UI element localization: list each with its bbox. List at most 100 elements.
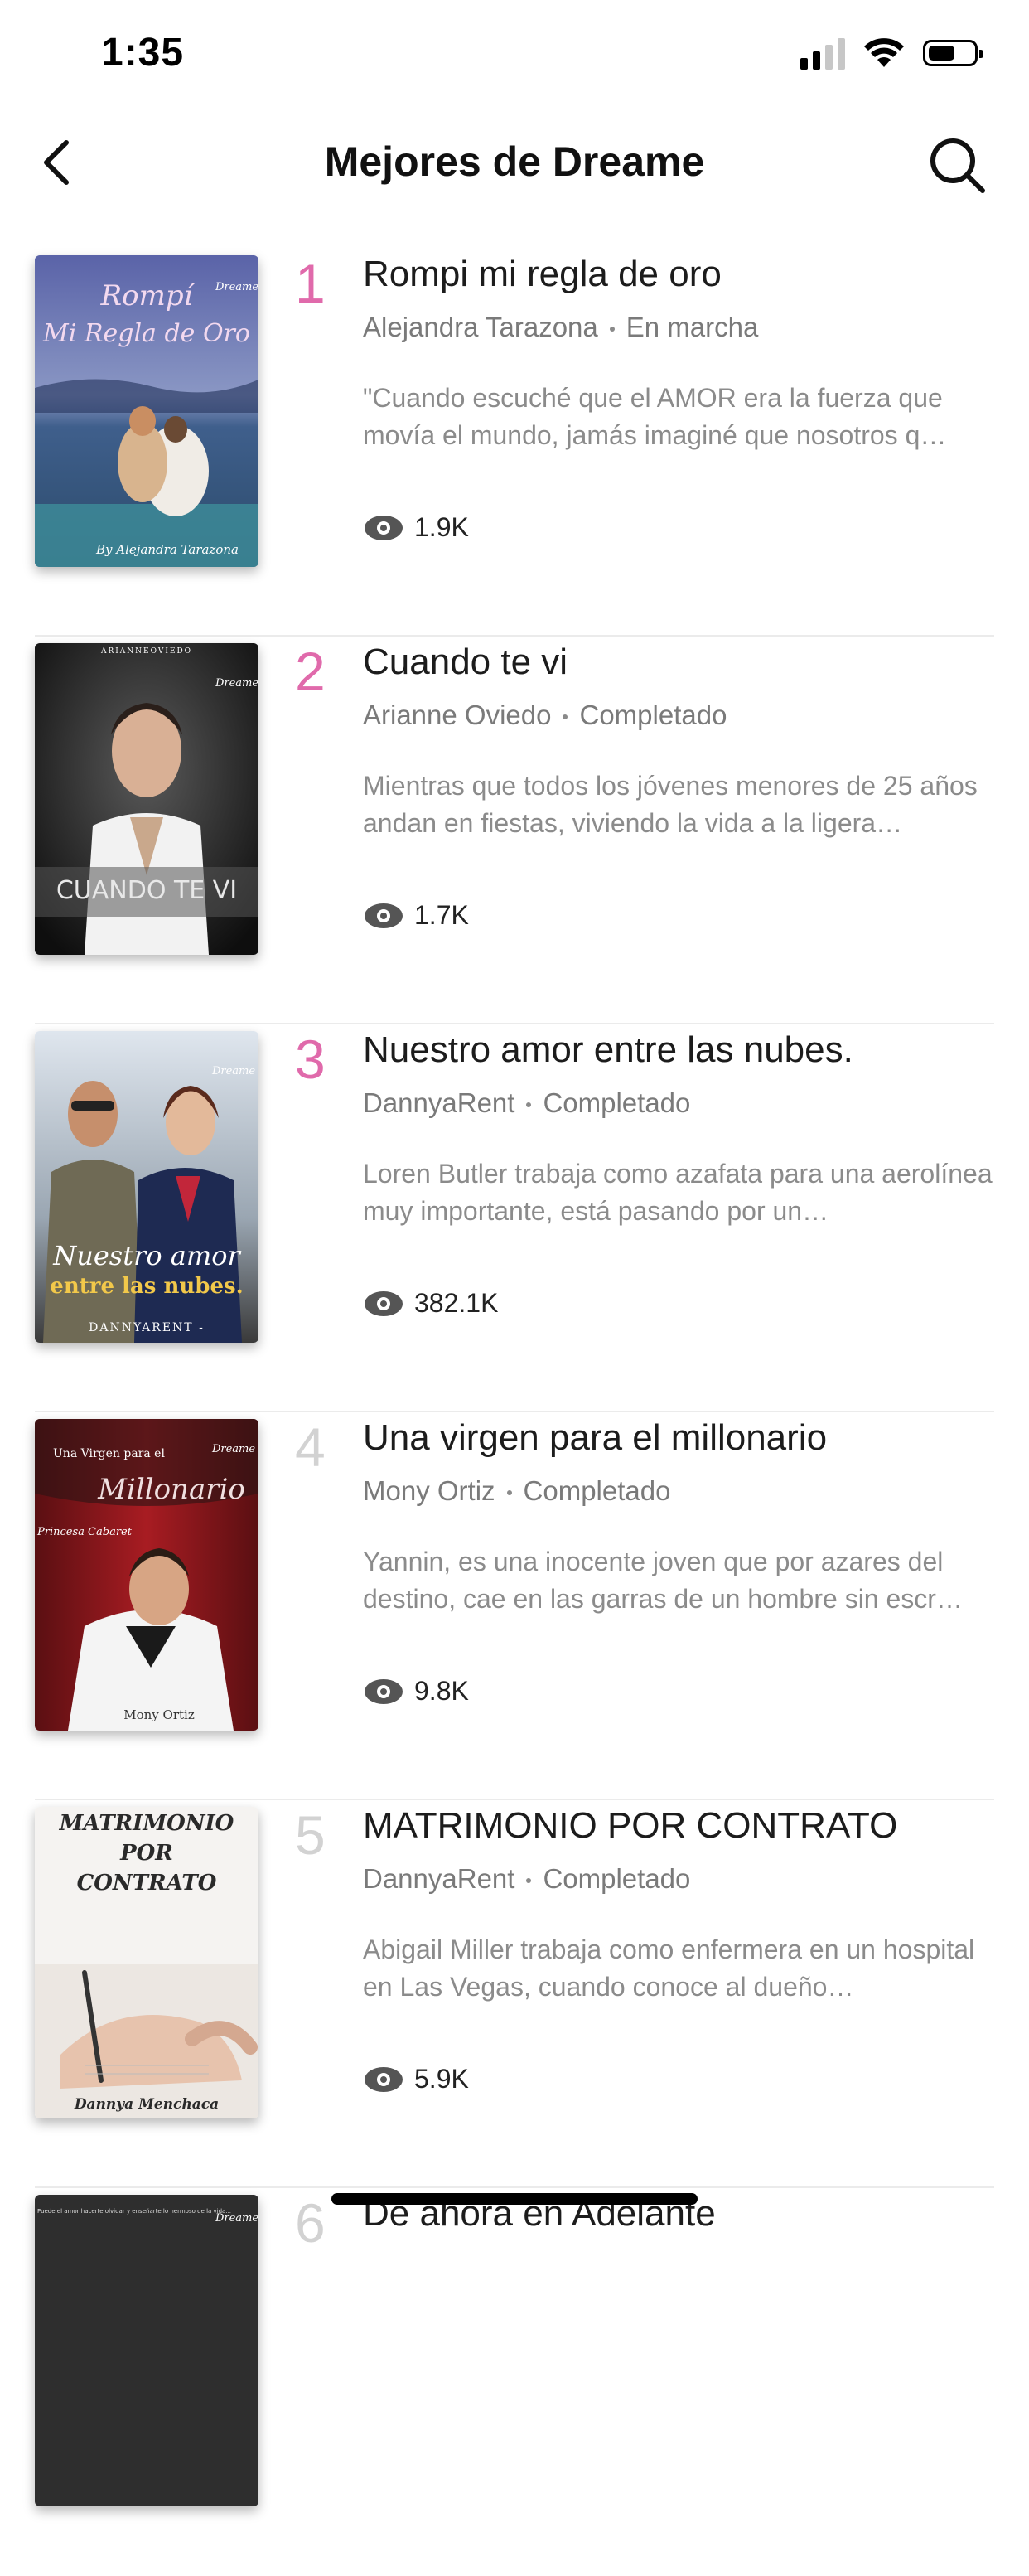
cover-author: By Alejandra Tarazona	[95, 542, 239, 557]
view-count: 382.1K	[363, 1288, 498, 1319]
book-status: Completado	[523, 1475, 671, 1506]
status-icons	[800, 36, 983, 70]
book-title[interactable]: Nuestro amor entre las nubes.	[363, 1029, 853, 1071]
cellular-signal-icon	[800, 36, 845, 70]
views-label: 382.1K	[414, 1288, 499, 1318]
separator-dot	[609, 327, 615, 332]
cover-brand: Dreame	[215, 2212, 258, 2225]
cover-art: MATRIMONIO POR CONTRATO Dannya Menchaca	[35, 1807, 258, 2118]
cover-tagline: Puede el amor hacerte olvidar y enseñart…	[37, 2208, 231, 2215]
eye-icon	[365, 1290, 403, 1316]
page-title: Mejores de Dreame	[324, 138, 705, 185]
book-title[interactable]: MATRIMONIO POR CONTRATO	[363, 1805, 897, 1847]
book-cover[interactable]: Puede el amor hacerte olvidar y enseñart…	[35, 2195, 258, 2506]
book-item[interactable]: Nuestro amor entre las nubes. DANNYARENT…	[0, 1024, 1029, 1412]
cover-title: Nuestro amor	[52, 1240, 241, 1271]
book-title[interactable]: Rompi mi regla de oro	[363, 254, 722, 295]
book-status: En marcha	[626, 312, 759, 342]
eye-icon	[365, 515, 403, 540]
book-meta: Arianne Oviedo Completado	[363, 700, 727, 731]
book-status: Completado	[543, 1087, 691, 1118]
cover-title: Millonario	[97, 1473, 245, 1506]
view-count: 9.8K	[363, 1676, 469, 1707]
book-description: Mientras que todos los jóvenes menores d…	[363, 771, 978, 838]
book-item[interactable]: Una Virgen para el Millonario Princesa C…	[0, 1412, 1029, 1800]
status-bar: 1:35	[0, 0, 1029, 116]
views-label: 9.8K	[414, 1676, 469, 1706]
book-cover[interactable]: ARIANNEOVIEDO CUANDO TE VI Dreame	[35, 643, 258, 955]
wifi-icon	[864, 38, 904, 67]
separator-dot	[506, 1490, 512, 1496]
book-list: Rompí Mi Regla de Oro Dreame By Alejandr…	[0, 249, 1029, 2576]
separator-dot	[563, 714, 568, 720]
cover-brand: Dreame	[215, 677, 258, 690]
book-cover[interactable]: Nuestro amor entre las nubes. DANNYARENT…	[35, 1031, 258, 1343]
book-author: Arianne Oviedo	[363, 700, 552, 730]
cover-brand: Dreame	[215, 281, 258, 293]
rank-number: 5	[295, 1804, 326, 1866]
book-status: Completado	[543, 1863, 691, 1894]
eye-icon	[365, 2066, 403, 2092]
book-cover[interactable]: Rompí Mi Regla de Oro Dreame By Alejandr…	[35, 255, 258, 567]
cover-art: Rompí Mi Regla de Oro Dreame By Alejandr…	[35, 255, 258, 567]
rank-number: 4	[295, 1416, 326, 1478]
cover-art: Nuestro amor entre las nubes. DANNYARENT…	[35, 1031, 258, 1343]
home-indicator	[331, 2193, 698, 2205]
view-count: 5.9K	[363, 2064, 469, 2094]
book-description: Loren Butler trabaja como azafata para u…	[363, 1159, 993, 1226]
book-author: DannyaRent	[363, 1087, 515, 1118]
cover-subtitle: Princesa Cabaret	[36, 1526, 133, 1538]
book-meta: Mony Ortiz Completado	[363, 1475, 670, 1507]
book-item[interactable]: MATRIMONIO POR CONTRATO Dannya Menchaca …	[0, 1800, 1029, 2188]
views-label: 5.9K	[414, 2064, 469, 2094]
cover-title: POR	[119, 1841, 173, 1866]
book-author: Mony Ortiz	[363, 1475, 495, 1506]
cover-title: CONTRATO	[77, 1871, 217, 1896]
cover-art: ARIANNEOVIEDO CUANDO TE VI Dreame	[35, 643, 258, 955]
book-description: Abigail Miller trabaja como enfermera en…	[363, 1934, 975, 2002]
rank-number: 1	[295, 253, 326, 314]
book-meta: DannyaRent Completado	[363, 1863, 690, 1895]
cover-title: CUANDO TE VI	[56, 876, 237, 905]
book-item[interactable]: Puede el amor hacerte olvidar y enseñart…	[0, 2188, 1029, 2576]
eye-icon	[365, 1678, 403, 1704]
views-label: 1.9K	[414, 512, 469, 542]
book-status: Completado	[579, 700, 727, 730]
cover-brand: Dreame	[211, 1065, 255, 1077]
view-count: 1.7K	[363, 900, 469, 931]
rank-number: 2	[295, 641, 326, 702]
cover-brand: Dreame	[211, 1443, 255, 1455]
book-title[interactable]: Una virgen para el millonario	[363, 1417, 827, 1459]
search-icon[interactable]	[926, 134, 988, 196]
cover-title: entre las nubes.	[50, 1274, 243, 1299]
book-item[interactable]: ARIANNEOVIEDO CUANDO TE VI Dreame 2 Cuan…	[0, 637, 1029, 1024]
book-description: "Cuando escuché que el AMOR era la fuerz…	[363, 383, 947, 450]
book-cover[interactable]: Una Virgen para el Millonario Princesa C…	[35, 1419, 258, 1731]
book-meta: Alejandra Tarazona En marcha	[363, 312, 758, 343]
cover-art: Una Virgen para el Millonario Princesa C…	[35, 1419, 258, 1731]
cover-author: Dannya Menchaca	[74, 2096, 219, 2113]
book-author: Alejandra Tarazona	[363, 312, 598, 342]
separator-dot	[526, 1102, 532, 1108]
nav-bar: Mejores de Dreame	[0, 116, 1029, 215]
status-time: 1:35	[101, 31, 185, 75]
book-cover[interactable]: MATRIMONIO POR CONTRATO Dannya Menchaca	[35, 1807, 258, 2118]
cover-author: Mony Ortiz	[123, 1707, 195, 1722]
cover-title: Rompí	[100, 279, 196, 312]
rank-number: 3	[295, 1029, 326, 1090]
eye-icon	[365, 903, 403, 928]
cover-title: Mi Regla de Oro	[42, 319, 250, 348]
book-meta: DannyaRent Completado	[363, 1087, 690, 1119]
book-title[interactable]: Cuando te vi	[363, 642, 568, 683]
cover-art: Puede el amor hacerte olvidar y enseñart…	[35, 2195, 258, 2506]
view-count: 1.9K	[363, 512, 469, 543]
cover-title: MATRIMONIO	[59, 1811, 234, 1836]
cover-title: Una Virgen para el	[53, 1447, 165, 1460]
cover-author: DANNYARENT -	[89, 1321, 205, 1334]
views-label: 1.7K	[414, 900, 469, 930]
separator-dot	[526, 1878, 532, 1884]
book-description: Yannin, es una inocente joven que por az…	[363, 1547, 963, 1614]
book-author: DannyaRent	[363, 1863, 515, 1894]
cover-author: ARIANNEOVIEDO	[100, 647, 192, 656]
book-item[interactable]: Rompí Mi Regla de Oro Dreame By Alejandr…	[0, 249, 1029, 637]
